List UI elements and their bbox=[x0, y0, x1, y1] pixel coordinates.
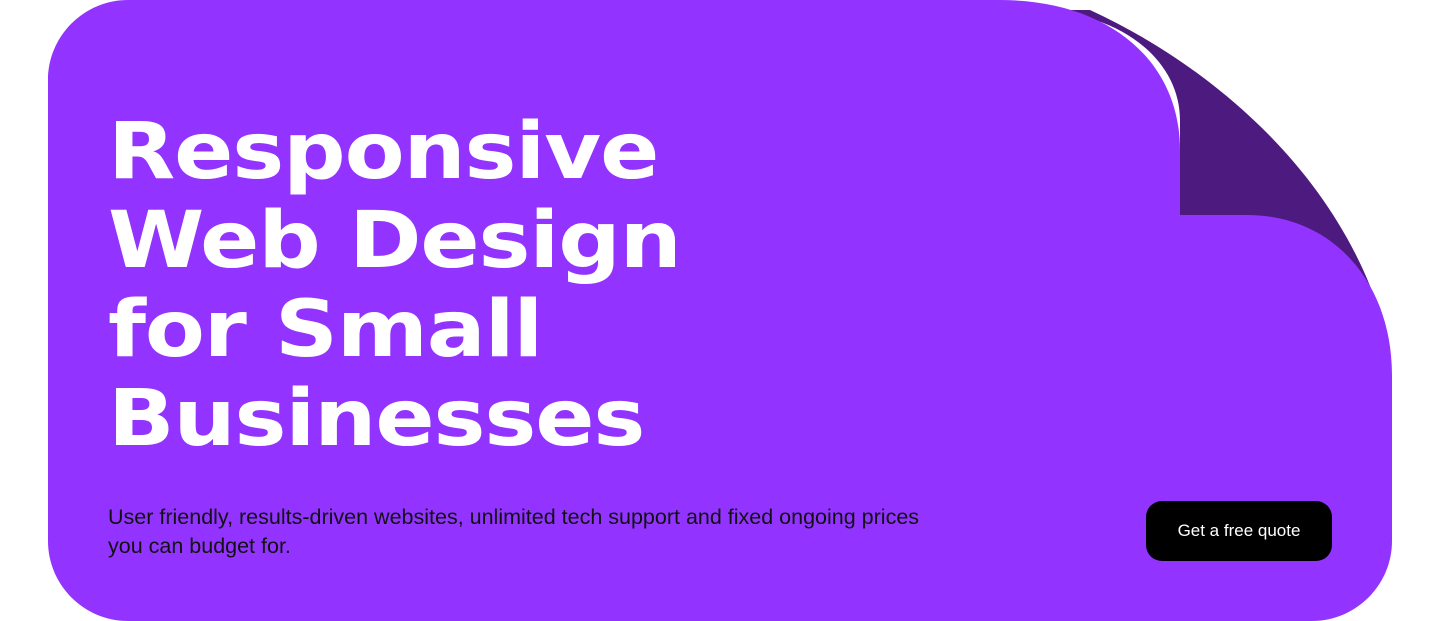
hero-title-line-4: Businesses bbox=[108, 374, 645, 464]
hero-title-line-1: Responsive bbox=[108, 107, 659, 197]
hero-title-line-2: Web Design bbox=[108, 196, 682, 286]
hero-title: Responsive Web Design for Small Business… bbox=[108, 108, 959, 464]
get-quote-button[interactable]: Get a free quote bbox=[1146, 501, 1332, 561]
hero-subtitle: User friendly, results-driven websites, … bbox=[108, 505, 920, 558]
hero-title-line-3: for Small bbox=[108, 285, 543, 375]
